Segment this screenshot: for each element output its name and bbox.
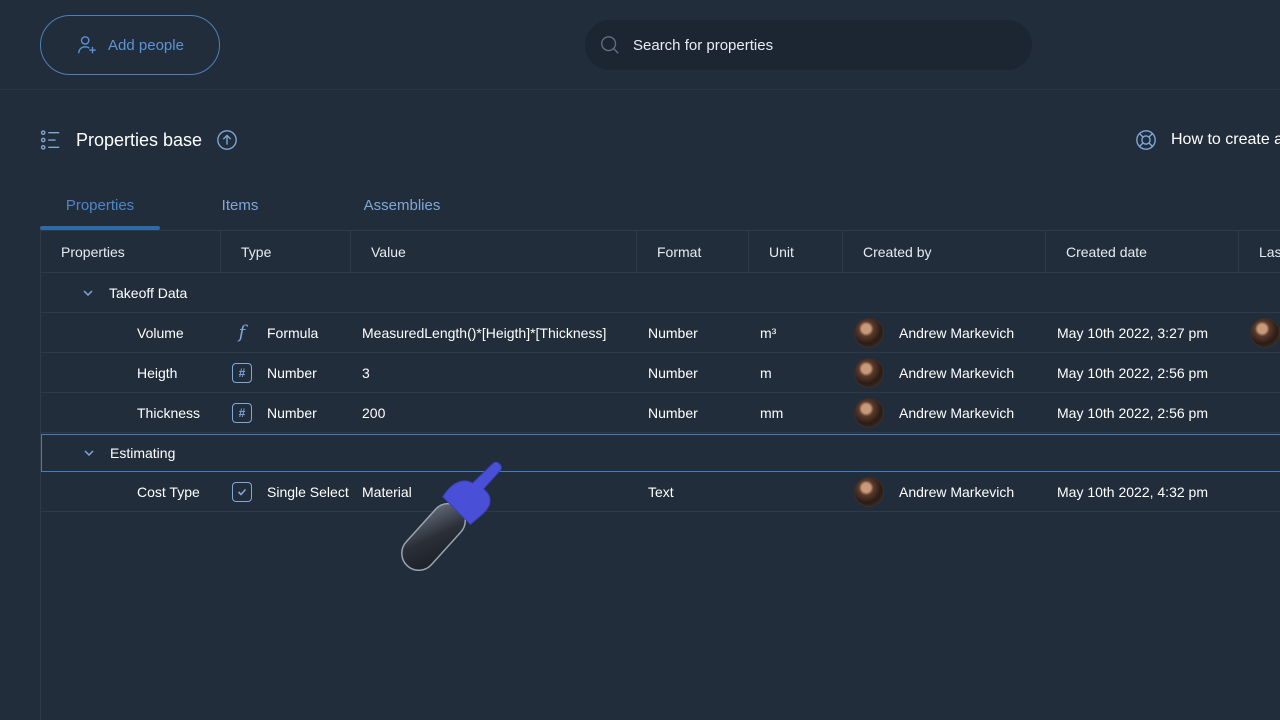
avatar [1250, 317, 1280, 348]
format-cell: Number [648, 404, 698, 421]
created-by-cell: Andrew Markevich [899, 364, 1015, 381]
hash-icon: # [232, 362, 252, 383]
group-label: Takeoff Data [109, 284, 188, 301]
column-header-created-by[interactable]: Created by [842, 231, 931, 273]
column-header-type[interactable]: Type [220, 231, 271, 273]
column-header-unit[interactable]: Unit [748, 231, 794, 273]
created-date-cell: May 10th 2022, 2:56 pm [1057, 404, 1208, 421]
column-header-properties[interactable]: Properties [41, 231, 125, 273]
tab-assemblies[interactable]: Assemblies [320, 180, 484, 230]
format-cell: Text [648, 483, 674, 500]
created-by-cell: Andrew Markevich [899, 483, 1015, 500]
avatar [854, 476, 884, 507]
search-input[interactable] [633, 36, 993, 54]
table-row[interactable]: Cost Type Single Select Material Text An… [41, 472, 1280, 512]
tab-label: Properties [65, 196, 135, 214]
column-header-value[interactable]: Value [350, 231, 406, 273]
created-by-cell: Andrew Markevich [899, 324, 1015, 341]
avatar [854, 397, 884, 428]
format-cell: Number [648, 324, 698, 341]
avatar [854, 357, 884, 388]
list-icon[interactable] [40, 129, 62, 151]
properties-table: Properties Type Value Format Unit Create… [40, 230, 1280, 720]
group-row-takeoff-data[interactable]: Takeoff Data [41, 273, 1280, 313]
property-name: Heigth [137, 364, 178, 381]
add-people-label: Add people [108, 36, 184, 54]
checkbox-icon [232, 481, 252, 502]
hash-icon: # [232, 402, 252, 423]
search-bar[interactable] [585, 20, 1032, 70]
page-title: Properties base [76, 129, 203, 150]
upload-icon[interactable] [216, 129, 238, 151]
type-label: Number [267, 404, 317, 421]
chevron-down-icon[interactable] [81, 273, 95, 312]
formula-icon: f [238, 322, 246, 343]
type-label: Number [267, 364, 317, 381]
created-date-cell: May 10th 2022, 4:32 pm [1057, 483, 1208, 500]
created-date-cell: May 10th 2022, 3:27 pm [1057, 324, 1208, 341]
tab-items[interactable]: Items [160, 180, 320, 230]
search-icon [601, 36, 619, 54]
property-name: Thickness [137, 404, 201, 421]
top-bar: Add people [0, 0, 1280, 90]
tab-label: Assemblies [363, 196, 441, 214]
column-header-format[interactable]: Format [636, 231, 701, 273]
type-label: Formula [267, 324, 319, 341]
created-by-cell: Andrew Markevich [899, 404, 1015, 421]
property-name: Volume [137, 324, 184, 341]
table-row[interactable]: Volume f Formula MeasuredLength()*[Heigt… [41, 313, 1280, 353]
page-header: Properties base [40, 125, 238, 155]
property-name: Cost Type [137, 483, 200, 500]
group-row-estimating[interactable]: Estimating [41, 434, 1280, 472]
unit-cell: m [760, 364, 772, 381]
column-header-created-date[interactable]: Created date [1045, 231, 1147, 273]
tab-label: Items [221, 196, 259, 214]
table-row[interactable]: Heigth # Number 3 Number m Andrew Markev… [41, 353, 1280, 393]
tab-properties[interactable]: Properties [40, 180, 160, 230]
help-link-label: How to create a [1171, 131, 1280, 148]
add-user-icon [78, 36, 96, 54]
value-cell[interactable]: MeasuredLength()*[Heigth]*[Thickness] [362, 313, 606, 352]
created-date-cell: May 10th 2022, 2:56 pm [1057, 364, 1208, 381]
format-cell: Number [648, 364, 698, 381]
group-label: Estimating [110, 445, 176, 461]
add-people-button[interactable]: Add people [40, 15, 220, 75]
value-cell[interactable]: 3 [362, 353, 370, 392]
type-label: Single Select [267, 483, 349, 500]
tab-bar: Properties Items Assemblies [40, 180, 484, 230]
table-row[interactable]: Thickness # Number 200 Number mm Andrew … [41, 393, 1280, 433]
help-link[interactable]: How to create a [1135, 128, 1280, 152]
table-header: Properties Type Value Format Unit Create… [41, 231, 1280, 273]
unit-cell: mm [760, 404, 784, 421]
value-cell[interactable]: 200 [362, 393, 385, 432]
column-header-last[interactable]: Las [1238, 231, 1280, 273]
lifebuoy-icon [1136, 130, 1156, 150]
chevron-down-icon[interactable] [82, 435, 96, 471]
unit-cell: m³ [760, 324, 777, 341]
avatar [854, 317, 884, 348]
pointer-hand-icon [401, 461, 502, 572]
